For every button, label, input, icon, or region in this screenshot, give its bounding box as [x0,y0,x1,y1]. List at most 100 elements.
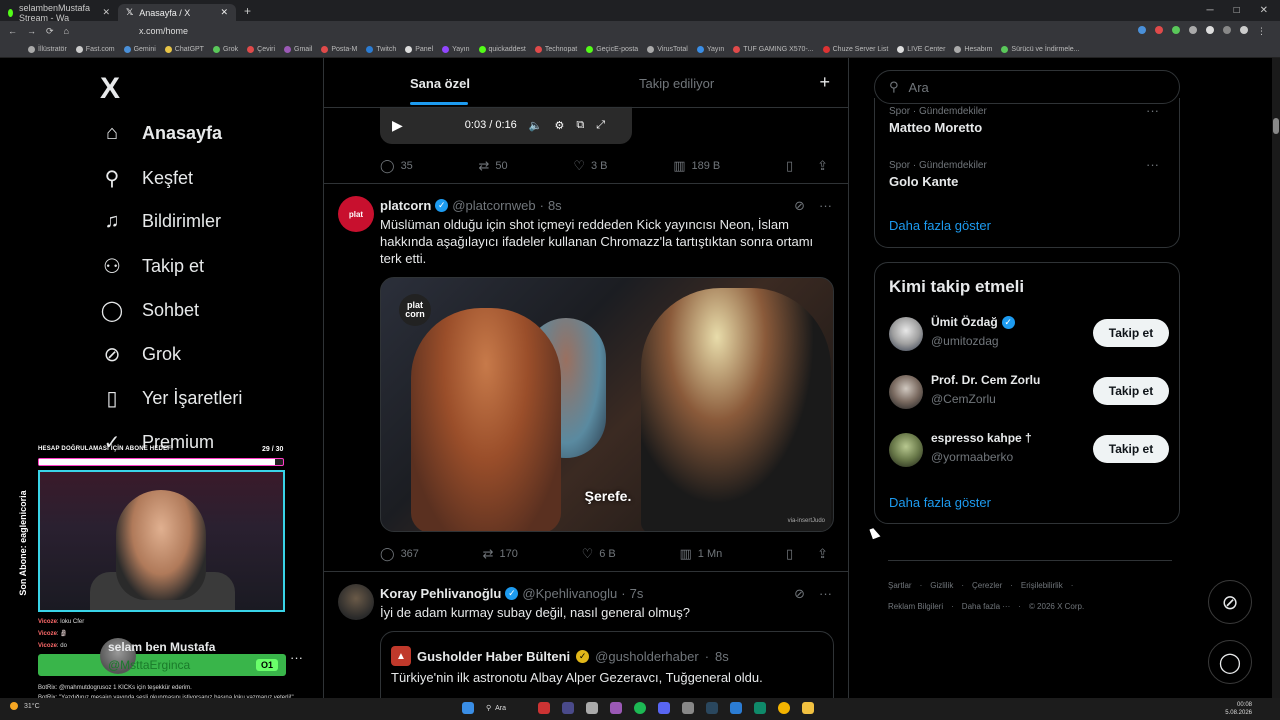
app-icon[interactable] [538,702,550,714]
page-scrollbar[interactable] [1272,58,1280,698]
bookmark-item[interactable]: Technopat [534,45,577,53]
url-field[interactable]: x.com/home [139,26,188,36]
bookmark-button[interactable]: ▯ ⇪ [786,158,828,174]
search-input[interactable]: ⚲ Ara [874,70,1180,104]
chrome-icon[interactable] [778,702,790,714]
author-handle[interactable]: @Kpehlivanoglu [522,586,617,601]
footer-link[interactable]: Daha fazla ··· [962,602,1010,611]
bookmark-item[interactable]: Gemini [123,45,156,53]
messages-fab-button[interactable]: ◯ [1208,640,1252,684]
close-tab-icon[interactable]: ✕ [102,7,110,18]
bookmark-item[interactable]: GeçicE-posta [586,45,638,53]
avatar[interactable] [889,375,923,409]
menu-icon[interactable]: ⋮ [1257,26,1266,37]
follow-button[interactable]: Takip et [1093,377,1169,405]
sidebar-item-home[interactable]: ⌂ Anasayfa [100,122,222,145]
new-tab-icon[interactable]: + [244,4,251,18]
follow-button[interactable]: Takip et [1093,319,1169,347]
avatar[interactable] [889,317,923,351]
more-options-icon[interactable]: ··· [1146,157,1159,172]
bookmark-item[interactable]: Çeviri [247,45,275,53]
repost-button[interactable]: ⇄ 50 [479,158,508,174]
maximize-icon[interactable]: □ [1234,5,1240,16]
show-more-link[interactable]: Daha fazla göster [889,495,991,510]
app-icon[interactable] [562,702,574,714]
extension-icon[interactable] [1138,25,1146,34]
footer-link[interactable]: Çerezler [972,581,1002,590]
more-options-icon[interactable]: ··· [819,198,832,214]
extension-icon[interactable] [1172,25,1180,34]
volume-icon[interactable]: 🔈 [529,119,543,132]
extension-icon[interactable] [1189,25,1197,34]
follow-suggestion[interactable]: espresso kahpe † @yormaaberko Takip et [889,431,1169,471]
browser-tab-stream[interactable]: selambenMustafa Stream - Wa ✕ [0,3,118,23]
reply-button[interactable]: ◯ 35 [380,158,413,174]
bookmark-item[interactable]: ChatGPT [164,45,204,53]
forward-icon[interactable]: → [27,26,36,36]
bookmark-item[interactable]: Sürücü ve İndirmele... [1001,45,1080,53]
settings-icon[interactable]: ⚙ [554,119,564,132]
footer-link[interactable]: Erişilebilirlik [1021,581,1063,590]
extension-icon[interactable] [1223,25,1231,34]
repost-button[interactable]: ⇄ 170 [483,546,518,562]
views-button[interactable]: ▥ 1 Mn [679,546,722,562]
app-icon[interactable] [682,702,694,714]
like-button[interactable]: ♡ 3 B [573,158,607,174]
follow-suggestion[interactable]: Prof. Dr. Cem Zorlu @CemZorlu Takip et [889,373,1169,413]
footer-link[interactable]: Gizlilik [930,581,953,590]
trend-item[interactable]: Spor · Gündemdekiler Matteo Moretto ··· [889,103,1169,135]
bookmark-item[interactable]: Yayın [442,45,470,53]
app-icon[interactable] [610,702,622,714]
profile-avatar[interactable] [1240,25,1248,34]
reply-button[interactable]: ◯ 367 [380,546,419,562]
grok-explain-icon[interactable]: ⊘ [794,198,805,214]
tweet-media[interactable]: plat corn Şerefe. via-insertJudo [380,277,834,532]
sidebar-item-bookmarks[interactable]: ▯ Yer İşaretleri [100,386,242,411]
x-logo-icon[interactable]: X [100,72,120,106]
more-options-icon[interactable]: ··· [819,586,832,602]
bookmark-item[interactable]: Yayın [696,45,724,53]
tab-following[interactable]: Takip ediliyor [639,76,714,91]
footer-link[interactable]: Şartlar [888,581,912,590]
bookmark-item[interactable]: VirusTotal [647,45,688,53]
share-icon[interactable]: ⇪ [817,546,828,562]
bookmark-item[interactable]: Panel [405,45,433,53]
bookmark-item[interactable]: İllüstratör [28,45,67,53]
pip-icon[interactable]: ⧉ [576,119,584,132]
folder-icon[interactable] [802,702,814,714]
author-handle[interactable]: @platcornweb [452,198,535,213]
bookmark-item[interactable]: Chuze Server List [822,45,888,53]
sidebar-item-notifications[interactable]: ♫ Bildirimler [100,210,222,233]
close-window-icon[interactable]: ✕ [1260,5,1268,16]
extension-icon[interactable] [1155,25,1163,34]
spotify-icon[interactable] [634,702,646,714]
sidebar-item-grok[interactable]: ⊘ Grok [100,342,181,367]
sidebar-item-follow[interactable]: ⚇ Takip et [100,254,204,279]
follow-suggestion[interactable]: Ümit Özdağ ✓ @umitozdag Takip et [889,315,1169,355]
author-name[interactable]: platcorn [380,198,431,213]
bookmark-item[interactable]: Hesabım [954,45,992,53]
quoted-tweet[interactable]: ▲ Gusholder Haber Bülteni ✓ @gusholderha… [380,631,834,698]
sidebar-item-explore[interactable]: ⚲ Keşfet [100,166,193,191]
like-button[interactable]: ♡ 6 B [582,546,616,562]
fullscreen-icon[interactable]: ⤢ [596,119,605,132]
play-icon[interactable]: ▶ [392,117,403,134]
app-icon[interactable] [730,702,742,714]
taskbar-search[interactable]: ⚲ Ara [486,704,526,713]
share-icon[interactable]: ⇪ [817,158,828,174]
edge-icon[interactable] [754,702,766,714]
tweet-time[interactable]: 7s [630,586,644,601]
home-icon[interactable]: ⌂ [64,26,69,36]
tab-for-you[interactable]: Sana özel [410,76,470,91]
bookmark-item[interactable]: quickaddest [478,45,526,53]
bookmark-button[interactable]: ▯ ⇪ [786,546,828,562]
weather-widget[interactable]: 31°C [10,702,40,710]
bookmark-item[interactable]: Fast.com [75,45,115,53]
taskbar-clock[interactable]: 00:08 5.08.2026 [1225,701,1252,717]
follow-button[interactable]: Takip et [1093,435,1169,463]
bookmark-item[interactable]: Posta-M [321,45,357,53]
tweet-time[interactable]: 8s [548,198,562,213]
reload-icon[interactable]: ⟳ [46,26,54,37]
bookmark-item[interactable]: LIVE Center [897,45,945,53]
avatar[interactable] [338,584,374,620]
